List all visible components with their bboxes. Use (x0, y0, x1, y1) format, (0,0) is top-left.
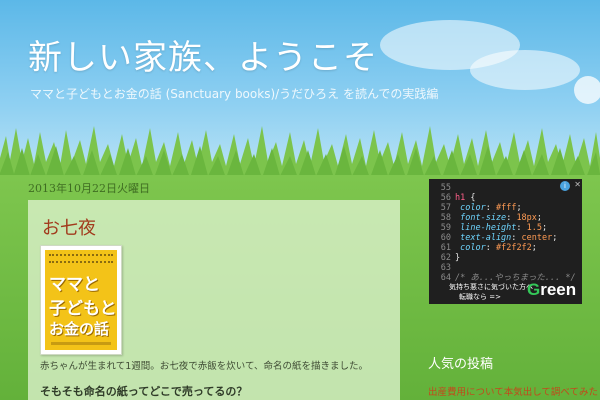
book-cover-image[interactable]: ママと 子どもと お金の話 (40, 245, 122, 355)
blog-title[interactable]: 新しい家族、ようこそ (28, 30, 378, 79)
ad-cta-line2: 転職なら => (459, 293, 501, 301)
post-container: お七夜 ママと 子どもと お金の話 赤ちゃんが生まれて1週間。お七夜で赤飯を炊い… (28, 200, 400, 400)
book-cover-word: お金の話 (49, 320, 110, 338)
popular-posts-title: 人気の投稿 (428, 357, 494, 372)
blog-description: ママと子どもとお金の話 (Sanctuary books)/うだひろえ を読んで… (30, 87, 439, 101)
book-cover-footer (51, 342, 111, 345)
ad-code-line-number: 64 (440, 273, 451, 283)
book-cover-word: 子どもと (49, 299, 117, 319)
post-title[interactable]: お七夜 (42, 214, 96, 240)
ad-cta-line1: 気持ち悪さに気づいた方へ (449, 283, 533, 291)
advertisement-banner[interactable]: i ✕ 55 56 h1 {57 color: #fff; 58 font-size:… (429, 179, 582, 304)
popular-post-link[interactable]: 出産費用について本気出して調べてみた (428, 384, 598, 398)
book-cover-art: ママと 子どもと お金の話 (45, 250, 117, 350)
post-date: 2013年10月22日火曜日 (28, 182, 150, 195)
cloud (470, 50, 580, 90)
post-subheading: そもそも命名の紙ってどこで売ってるの？ (40, 385, 248, 398)
book-cover-subtitle (49, 254, 113, 258)
ad-brand-rest: reen (540, 280, 577, 299)
book-cover-subtitle (49, 261, 113, 265)
post-body-text: 赤ちゃんが生まれて1週間。お七夜で赤飯を炊いて、命名の紙を描きました。 (40, 361, 369, 372)
ad-brand-initial: G (527, 280, 541, 299)
ad-brand-logo: Green (527, 280, 576, 300)
book-cover-word: ママと (49, 275, 100, 295)
dandelion-decoration (574, 76, 600, 104)
